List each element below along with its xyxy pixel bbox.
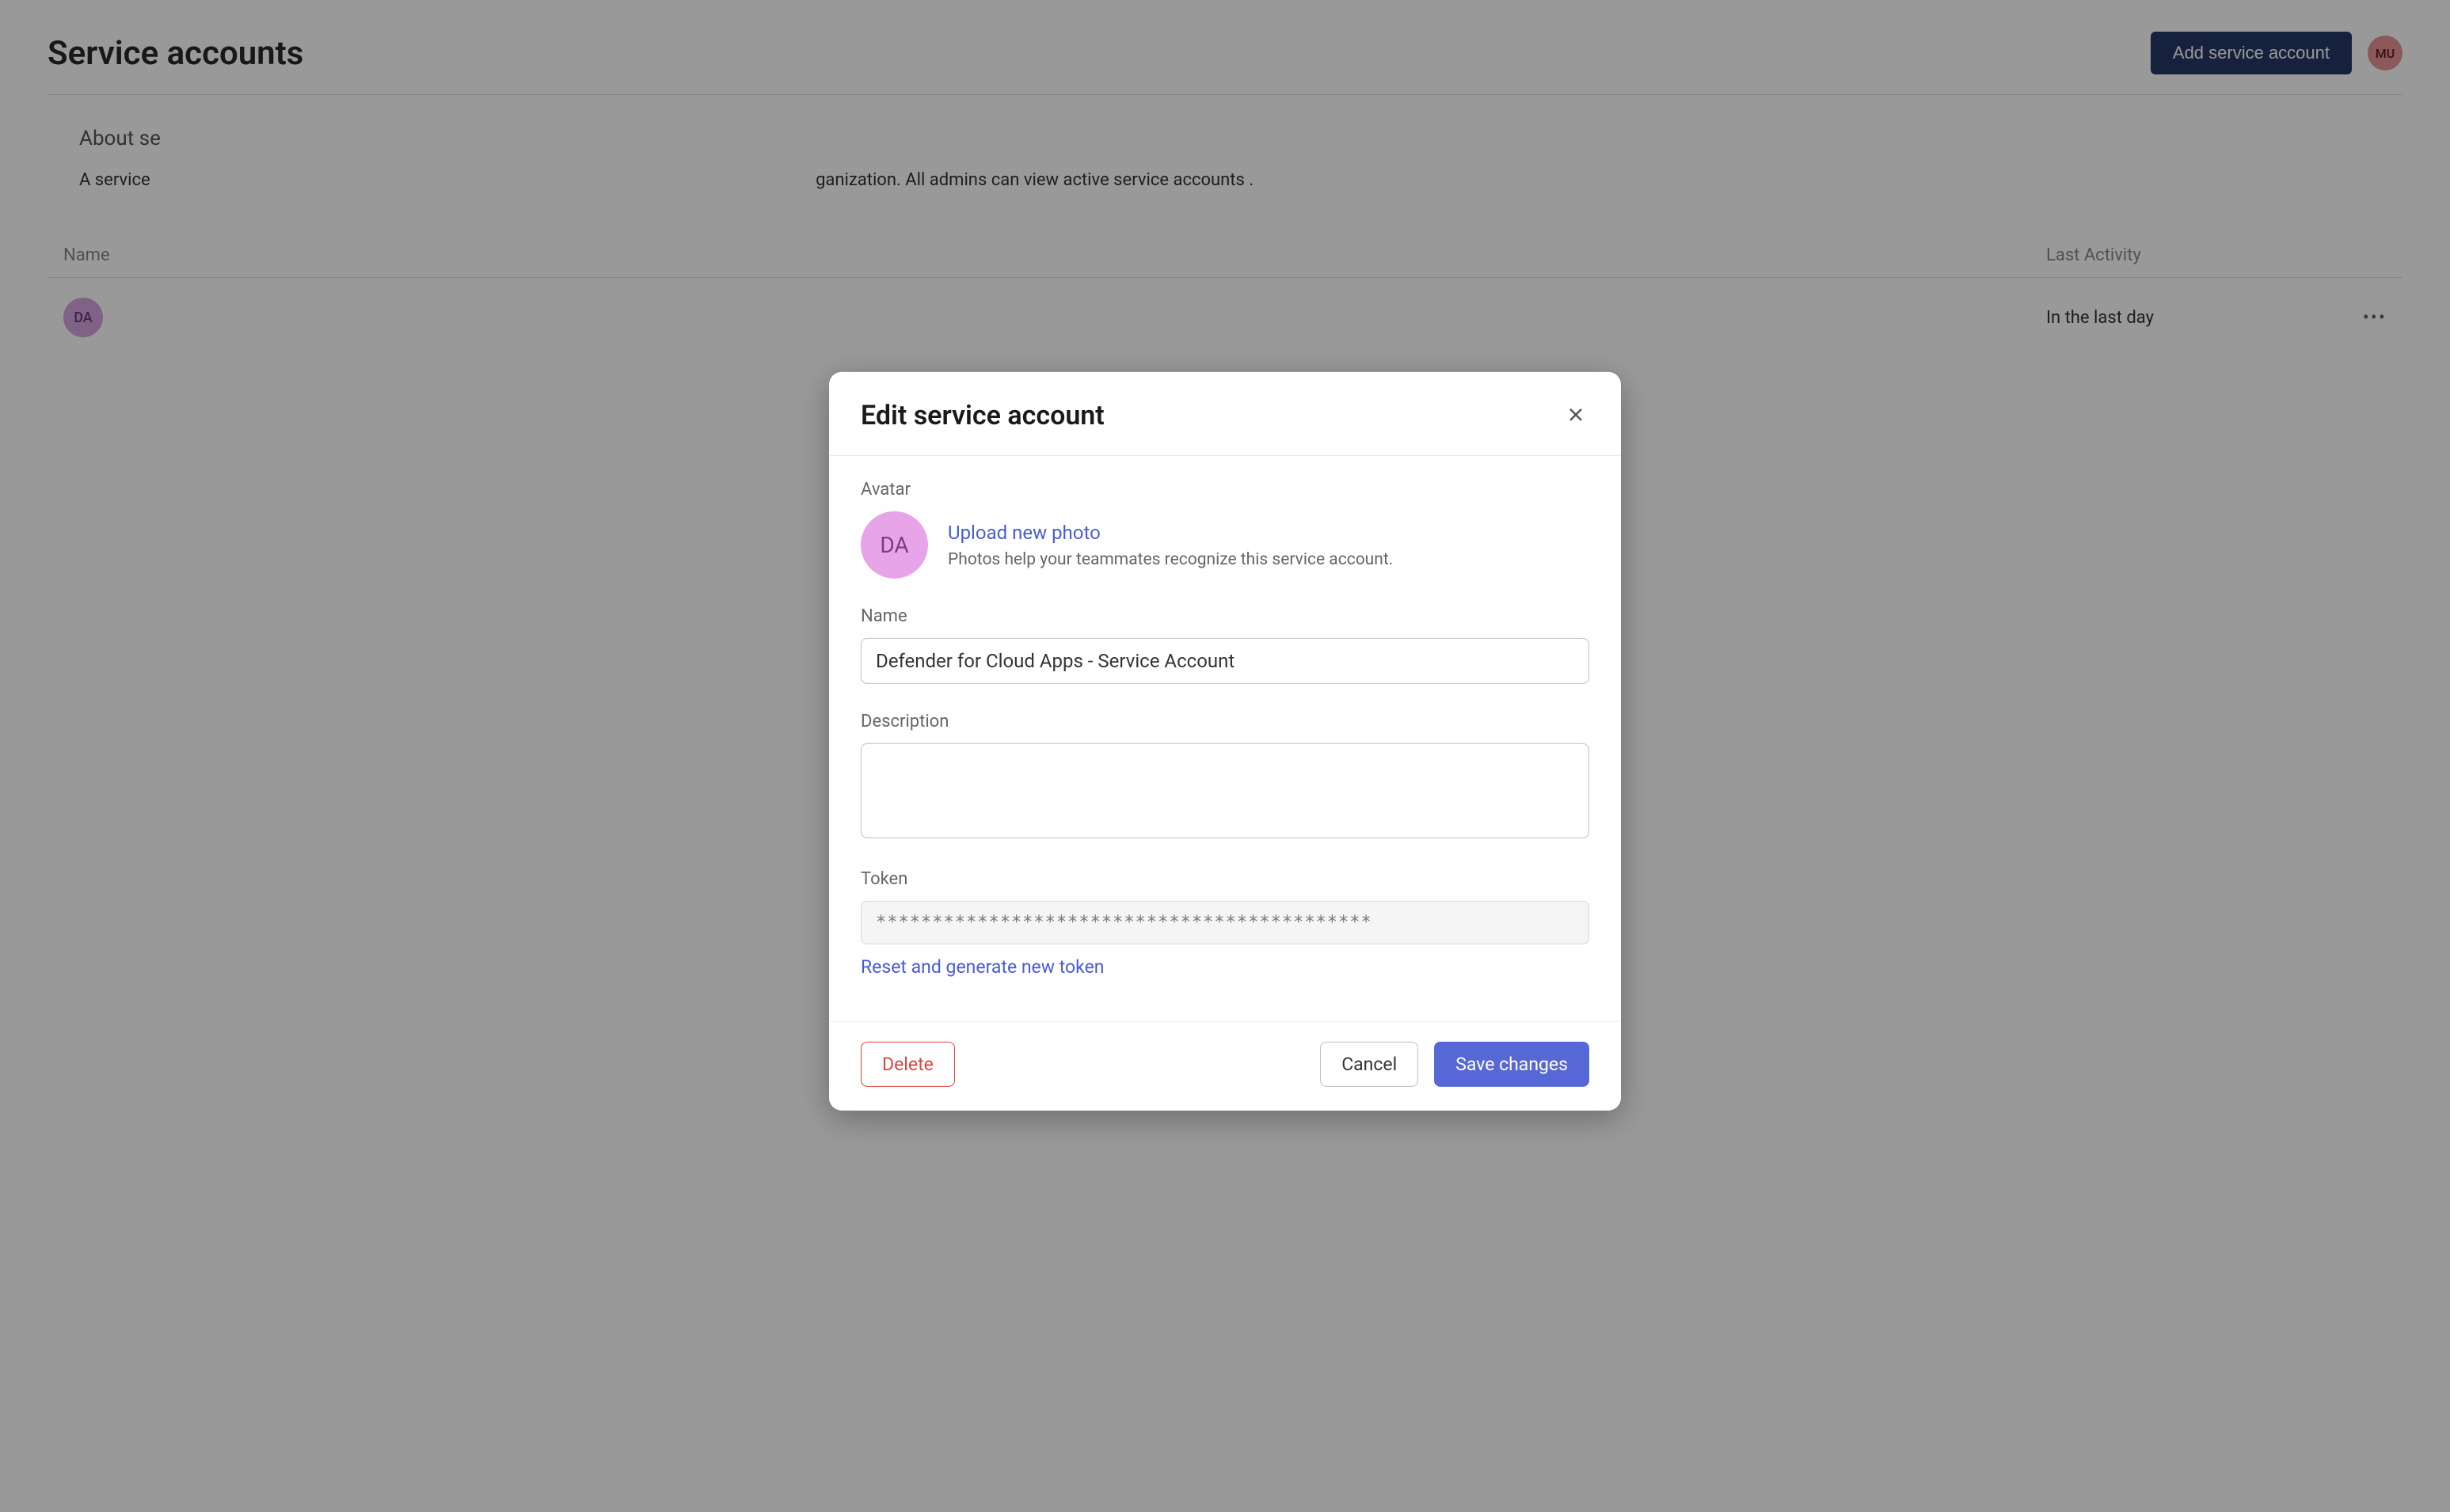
avatar-row: DA Upload new photo Photos help your tea… xyxy=(861,511,1589,579)
description-label: Description xyxy=(861,712,1589,731)
name-label: Name xyxy=(861,606,1589,626)
close-icon xyxy=(1566,405,1585,424)
avatar-text-group: Upload new photo Photos help your teamma… xyxy=(948,521,1393,568)
modal-body[interactable]: Avatar DA Upload new photo Photos help y… xyxy=(829,456,1621,1021)
description-section: Description xyxy=(861,712,1589,841)
cancel-button[interactable]: Cancel xyxy=(1320,1042,1418,1087)
modal-footer: Delete Cancel Save changes xyxy=(829,1021,1621,1111)
name-input[interactable] xyxy=(861,638,1589,684)
upload-photo-link[interactable]: Upload new photo xyxy=(948,521,1393,543)
delete-button[interactable]: Delete xyxy=(861,1042,955,1087)
avatar-section: Avatar DA Upload new photo Photos help y… xyxy=(861,480,1589,579)
avatar-hint: Photos help your teammates recognize thi… xyxy=(948,549,1393,568)
token-field xyxy=(861,901,1589,944)
token-label: Token xyxy=(861,869,1589,889)
token-section: Token Reset and generate new token xyxy=(861,869,1589,978)
reset-token-link[interactable]: Reset and generate new token xyxy=(861,956,1104,978)
footer-right-buttons: Cancel Save changes xyxy=(1320,1042,1589,1087)
avatar: DA xyxy=(861,511,928,579)
name-section: Name xyxy=(861,606,1589,684)
save-changes-button[interactable]: Save changes xyxy=(1434,1042,1589,1087)
modal-title: Edit service account xyxy=(861,400,1105,431)
edit-service-account-modal: Edit service account Avatar DA Upload ne… xyxy=(829,372,1621,1111)
close-button[interactable] xyxy=(1562,401,1589,430)
modal-header: Edit service account xyxy=(829,372,1621,456)
avatar-label: Avatar xyxy=(861,480,1589,500)
description-textarea[interactable] xyxy=(861,743,1589,838)
